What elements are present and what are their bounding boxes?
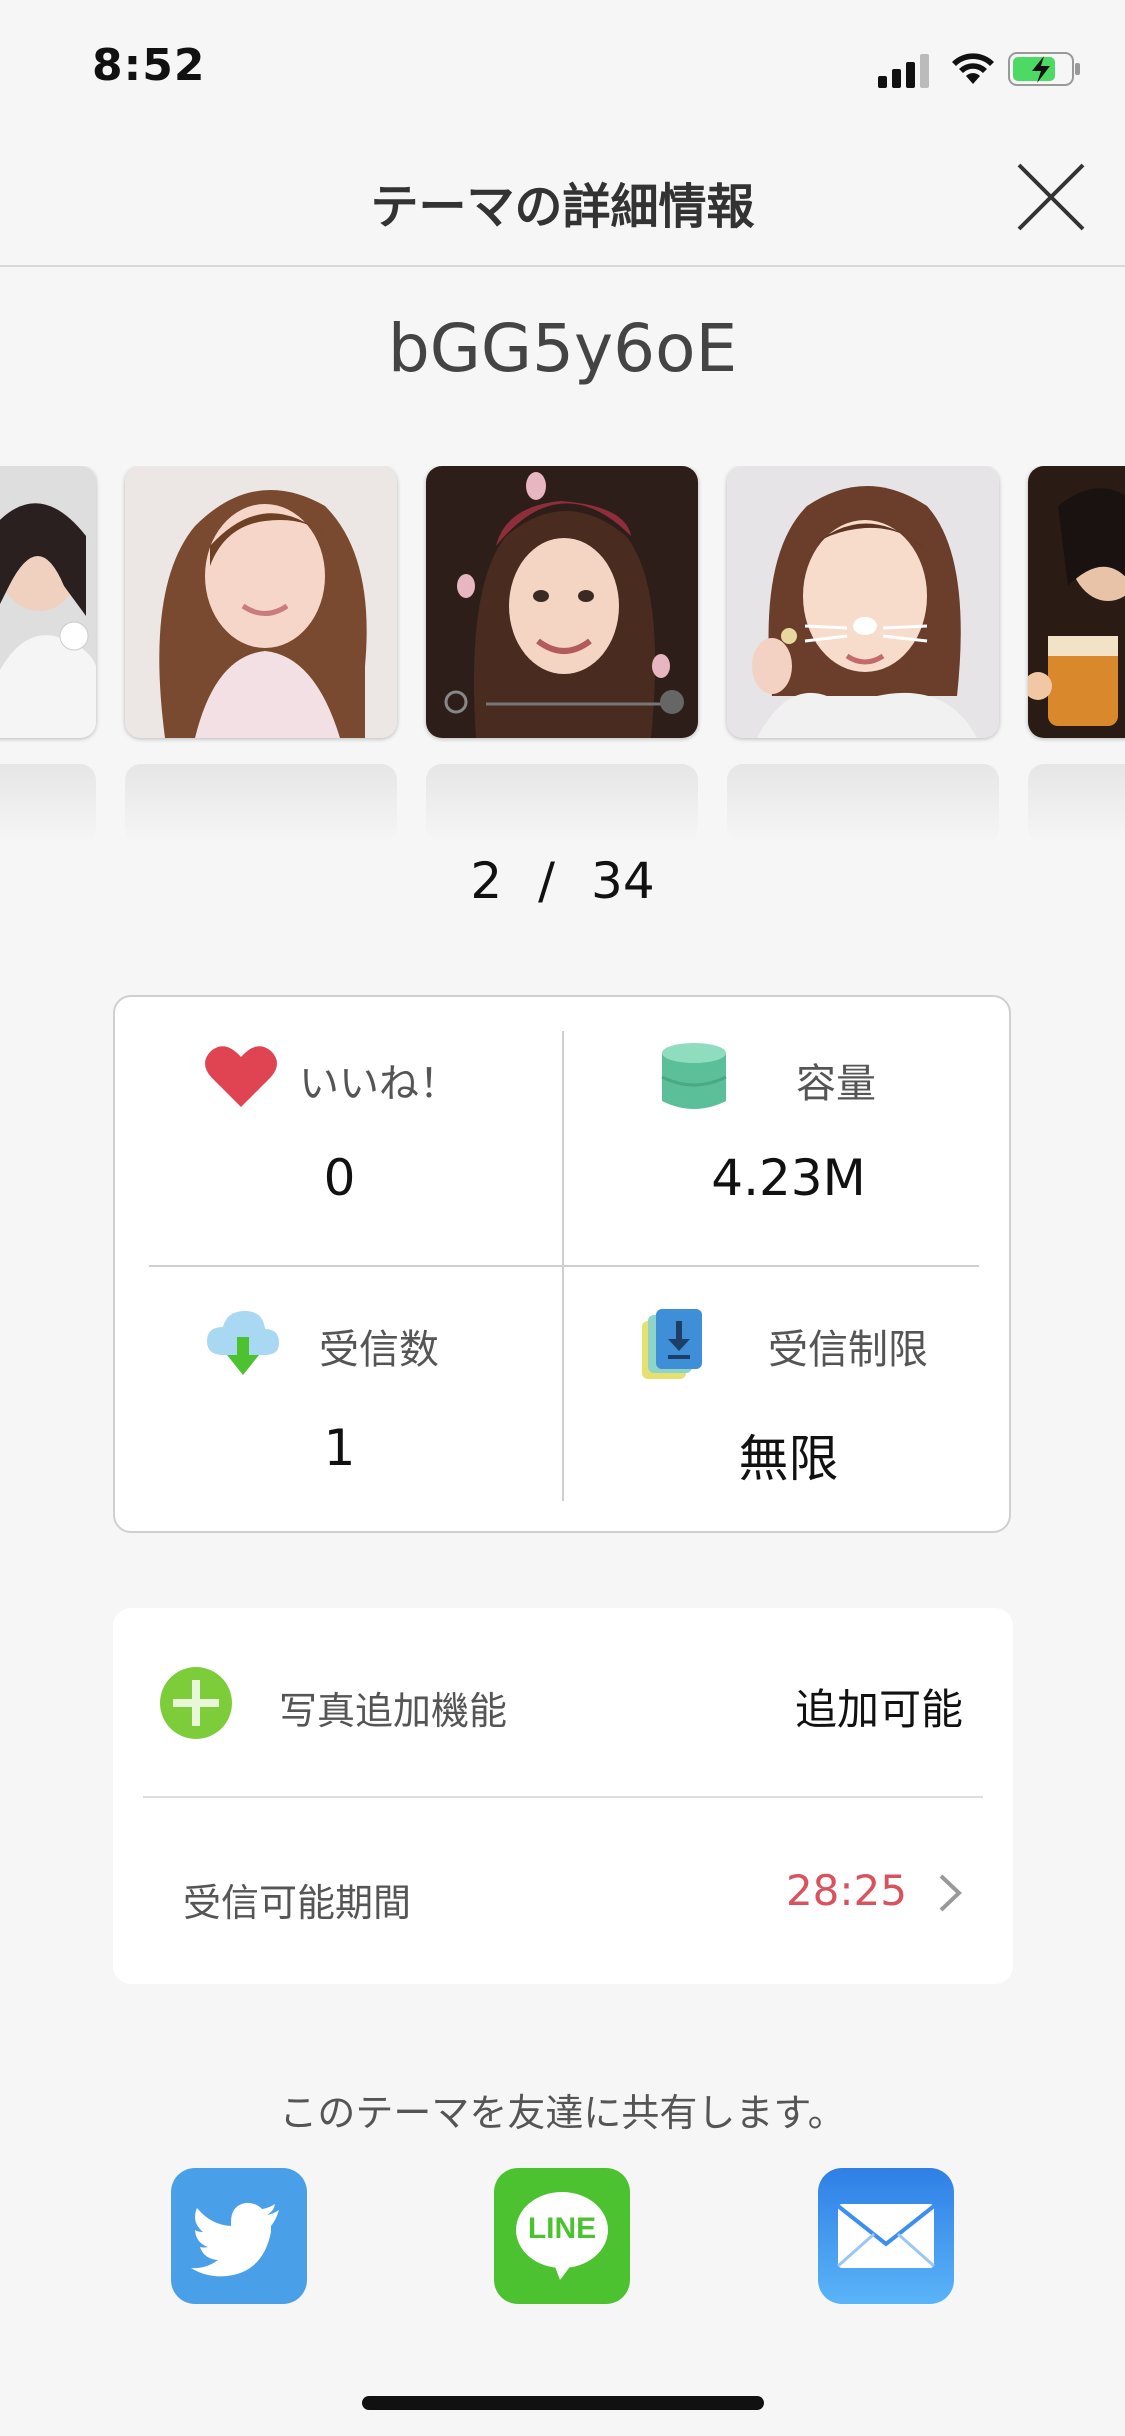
theme-code: bGG5y6oE	[387, 310, 738, 387]
page-title: テーマの詳細情報	[370, 179, 755, 235]
thumbnail-reflection	[0, 764, 96, 844]
photo-add-label: 写真追加機能	[279, 1689, 508, 1733]
storage-icon	[661, 1043, 727, 1109]
cloud-download-icon	[207, 1311, 279, 1375]
line-label: LINE	[527, 2212, 597, 2245]
stat-capacity: 容量 4.23M	[564, 997, 1013, 1265]
close-icon	[1017, 163, 1085, 231]
status-bar: 8:52	[0, 0, 1125, 135]
share-caption: このテーマを友達に共有します。	[279, 2091, 846, 2135]
stat-limit: 受信制限 無限	[564, 1267, 1013, 1535]
stat-value: 1	[323, 1419, 356, 1477]
stat-label: 受信数	[319, 1327, 439, 1373]
stat-label: いいね！	[299, 1061, 459, 1107]
stat-value: 0	[323, 1149, 356, 1207]
receive-period-label: 受信可能期間	[183, 1881, 412, 1925]
photo-thumbnail[interactable]	[727, 466, 999, 738]
wifi-icon	[952, 53, 994, 84]
page-indicator: 2 / 34	[0, 852, 1125, 910]
signal-icon	[878, 54, 929, 88]
stats-card: いいね！ 0 容量 4.23M 受信数 1 受信制限 無限	[113, 995, 1011, 1533]
close-button[interactable]	[1009, 155, 1093, 239]
stat-label: 容量	[796, 1061, 876, 1107]
thumbnail-reflection	[125, 764, 397, 844]
options-card: 写真追加機能 追加可能 受信可能期間 28:25	[113, 1608, 1013, 1984]
receive-period-value: 28:25	[785, 1866, 907, 1915]
stat-value: 無限	[738, 1430, 839, 1488]
photo-add-value: 追加可能	[794, 1685, 963, 1734]
photo-thumbnail[interactable]	[426, 466, 698, 738]
stat-received: 受信数 1	[115, 1267, 564, 1535]
photo-carousel[interactable]	[0, 466, 1125, 846]
photo-thumbnail[interactable]	[1028, 466, 1125, 738]
mail-share-button[interactable]	[818, 2168, 954, 2304]
chevron-right-icon[interactable]	[937, 1872, 963, 1914]
nav-header: テーマの詳細情報	[0, 135, 1125, 267]
status-time: 8:52	[92, 40, 206, 91]
page-total: 34	[591, 852, 655, 910]
page-separator: /	[538, 852, 556, 910]
twitter-icon	[191, 2202, 279, 2277]
plus-circle-icon	[160, 1667, 232, 1739]
stat-value: 4.23M	[711, 1149, 866, 1207]
divider	[143, 1796, 983, 1798]
mail-icon	[836, 2204, 936, 2268]
thumbnail-reflection	[727, 764, 999, 844]
battery-icon	[1008, 52, 1080, 86]
download-limit-icon	[642, 1309, 702, 1379]
thumbnail-reflection	[1028, 764, 1125, 844]
stat-likes: いいね！ 0	[115, 997, 564, 1265]
stat-label: 受信制限	[768, 1327, 928, 1373]
line-share-button[interactable]: LINE	[494, 2168, 630, 2304]
thumbnail-reflection	[426, 764, 698, 844]
twitter-share-button[interactable]	[171, 2168, 307, 2304]
photo-thumbnail[interactable]	[0, 466, 96, 738]
heart-icon	[205, 1046, 277, 1107]
page-current: 2	[470, 852, 503, 910]
photo-thumbnail[interactable]	[125, 466, 397, 738]
home-indicator	[362, 2396, 764, 2410]
